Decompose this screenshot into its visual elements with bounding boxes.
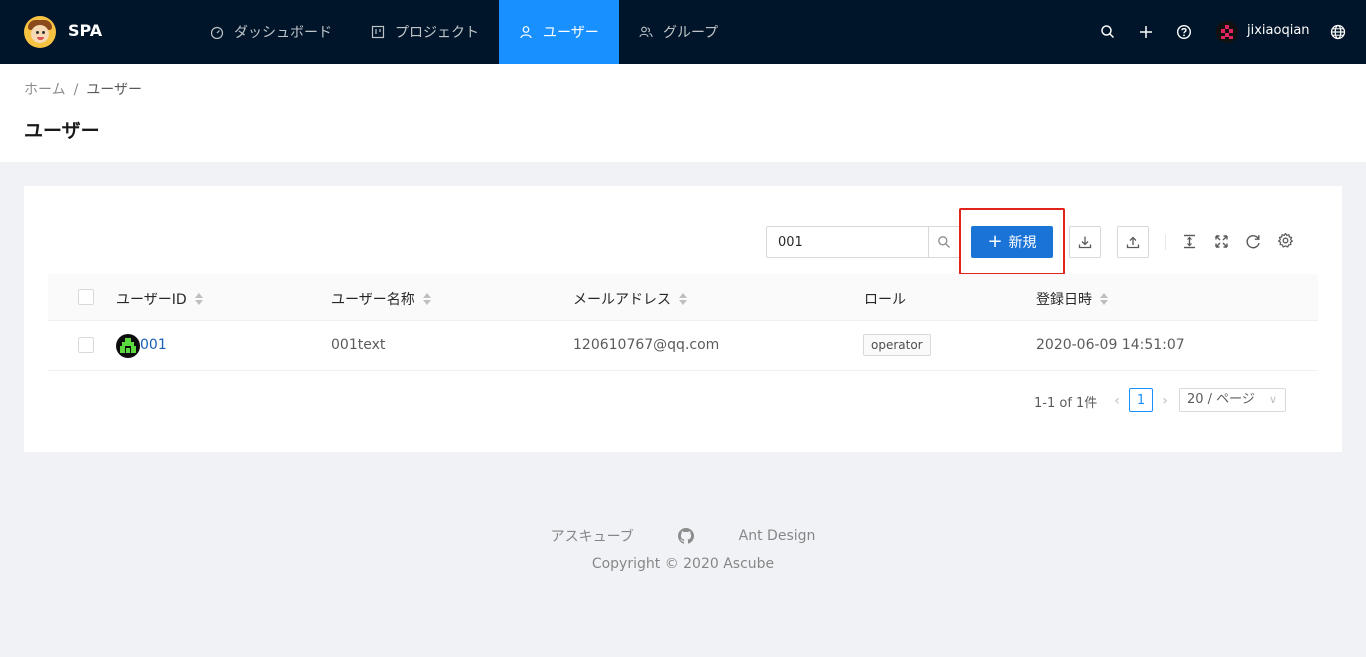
upload-icon — [1126, 236, 1140, 249]
row-checkbox[interactable] — [78, 337, 94, 353]
user-id-link[interactable]: 001 — [140, 337, 167, 353]
users-table-card: + 新規 ユーザーID ユーザー名称 メールアドレス ロール 登録日時 — [24, 186, 1342, 452]
logo-icon[interactable] — [24, 16, 56, 48]
search-field[interactable] — [766, 226, 960, 258]
group-icon — [639, 25, 653, 39]
nav-label: プロジェクト — [395, 25, 479, 41]
column-role: ロール — [864, 289, 906, 309]
search-icon — [938, 236, 950, 248]
nav-label: ダッシュボード — [234, 25, 332, 41]
column-label: ユーザーID — [116, 292, 187, 308]
select-all-checkbox[interactable] — [78, 289, 94, 305]
plus-icon[interactable] — [1138, 24, 1154, 40]
toolbar-divider — [1165, 234, 1166, 250]
project-icon — [371, 25, 385, 39]
nav-label: ユーザー — [543, 25, 599, 41]
footer-links: アスキューブ Ant Design — [0, 526, 1366, 546]
copyright: Copyright © 2020 Ascube — [0, 556, 1366, 572]
brand-name[interactable]: SPA — [68, 21, 102, 40]
footer-link-ascube[interactable]: アスキューブ — [551, 526, 634, 546]
column-registered[interactable]: 登録日時 — [1036, 289, 1108, 309]
search-button[interactable] — [928, 227, 959, 257]
copyright-prefix: Copyright — [591, 556, 661, 572]
fullscreen-icon[interactable] — [1213, 233, 1230, 250]
breadcrumb-separator: / — [73, 82, 79, 98]
download-button[interactable] — [1069, 226, 1101, 258]
page-size-value: 20 / ページ — [1187, 392, 1255, 407]
email-cell: 120610767@qq.com — [573, 337, 720, 353]
sort-icon[interactable] — [194, 292, 203, 306]
next-page-icon[interactable]: › — [1158, 391, 1172, 411]
column-label: 登録日時 — [1036, 292, 1092, 308]
column-user-name[interactable]: ユーザー名称 — [331, 289, 431, 309]
page-header: ホーム / ユーザー ユーザー — [0, 64, 1366, 162]
search-input[interactable] — [767, 227, 930, 257]
username[interactable]: jixiaoqian — [1247, 23, 1310, 38]
settings-icon[interactable] — [1277, 232, 1294, 249]
column-user-id[interactable]: ユーザーID — [116, 289, 203, 309]
column-label: ユーザー名称 — [331, 292, 415, 308]
globe-icon[interactable] — [1330, 24, 1346, 40]
nav-label: グループ — [663, 25, 719, 41]
breadcrumb-current: ユーザー — [86, 82, 143, 98]
dashboard-icon — [210, 25, 224, 39]
column-label: ロール — [864, 292, 906, 308]
page-button-current[interactable]: 1 — [1129, 388, 1153, 412]
breadcrumb-home[interactable]: ホーム — [24, 82, 66, 98]
density-icon[interactable] — [1181, 233, 1198, 250]
breadcrumb: ホーム / ユーザー — [24, 79, 142, 99]
nav-project[interactable]: プロジェクト — [351, 0, 499, 64]
footer-link-ant-design[interactable]: Ant Design — [739, 528, 816, 544]
table-row: 001 001text 120610767@qq.com operator 20… — [48, 321, 1318, 371]
avatar — [116, 334, 140, 358]
help-icon[interactable] — [1176, 24, 1192, 40]
reload-icon[interactable] — [1245, 233, 1262, 250]
top-header: SPA ダッシュボード プロジェクト ユーザー グループ jixiaoqian — [0, 0, 1366, 64]
column-email[interactable]: メールアドレス — [573, 289, 687, 309]
copyright-suffix: 2020 Ascube — [683, 556, 775, 572]
page-size-select[interactable]: 20 / ページ ∨ — [1179, 388, 1286, 412]
github-icon[interactable] — [678, 528, 695, 544]
registered-cell: 2020-06-09 14:51:07 — [1036, 337, 1185, 353]
sort-icon[interactable] — [1100, 292, 1108, 306]
highlight-box — [959, 208, 1065, 275]
nav-dashboard[interactable]: ダッシュボード — [190, 0, 352, 64]
column-label: メールアドレス — [573, 292, 671, 308]
chevron-down-icon: ∨ — [1268, 393, 1277, 406]
user-avatar[interactable] — [1216, 21, 1238, 43]
sort-icon[interactable] — [679, 292, 687, 306]
pagination-total: 1-1 of 1件 — [1034, 396, 1098, 411]
sort-icon[interactable] — [422, 292, 431, 306]
role-tag: operator — [863, 334, 931, 356]
user-name-cell: 001text — [331, 337, 386, 353]
page-title: ユーザー — [24, 120, 100, 142]
prev-page-icon[interactable]: ‹ — [1110, 391, 1124, 411]
download-icon — [1078, 236, 1092, 249]
copyright-icon: © — [664, 556, 679, 572]
table-header: ユーザーID ユーザー名称 メールアドレス ロール 登録日時 — [48, 274, 1318, 321]
nav-users[interactable]: ユーザー — [499, 0, 619, 64]
nav-group[interactable]: グループ — [619, 0, 738, 64]
user-icon — [519, 25, 533, 39]
search-icon[interactable] — [1100, 24, 1116, 40]
upload-button[interactable] — [1117, 226, 1149, 258]
